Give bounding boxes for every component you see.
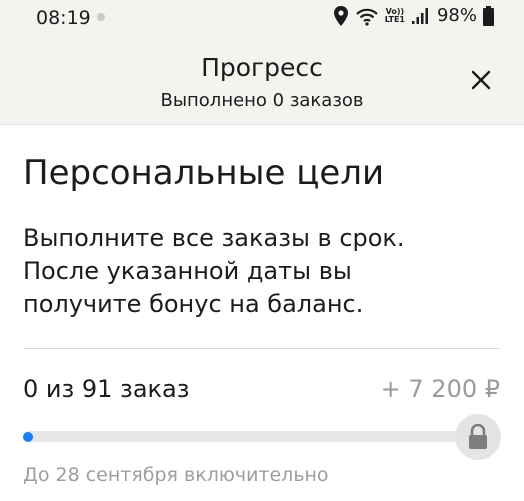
wifi-icon <box>355 8 378 26</box>
description-line: После указанной даты вы <box>23 257 352 285</box>
notification-dot-icon <box>97 13 105 21</box>
orders-progress-text: 0 из 91 заказ <box>23 375 190 403</box>
battery-icon <box>483 5 494 26</box>
progress-marker <box>23 432 33 442</box>
divider <box>23 348 500 349</box>
volte-bottom-label: LTE1 <box>384 14 405 24</box>
status-bar: 08:19 Vo)) LTE1 98% <box>0 0 524 34</box>
description-line: получите бонус на баланс. <box>23 290 364 318</box>
page-title: Прогресс <box>201 53 323 82</box>
volte-icon: Vo)) LTE1 <box>384 7 405 24</box>
goal-description: Выполните все заказы в срок. После указа… <box>23 222 503 321</box>
close-icon <box>471 70 491 90</box>
reward-lock-badge <box>455 414 501 460</box>
lock-icon <box>469 424 487 449</box>
close-button[interactable] <box>468 67 494 93</box>
status-time: 08:19 <box>36 7 91 29</box>
page-subtitle: Выполнено 0 заказов <box>160 90 364 111</box>
goals-heading: Персональные цели <box>23 153 385 193</box>
deadline-text: До 28 сентября включительно <box>23 464 329 486</box>
description-line: Выполните все заказы в срок. <box>23 224 405 252</box>
location-icon <box>333 5 348 26</box>
top-header: Прогресс Выполнено 0 заказов <box>0 34 524 125</box>
progress-track <box>23 431 473 442</box>
signal-icon <box>411 7 428 24</box>
bonus-amount: + 7 200 ₽ <box>380 375 500 403</box>
battery-percent: 98% <box>436 5 477 26</box>
status-icons: Vo)) LTE1 98% <box>333 5 494 26</box>
